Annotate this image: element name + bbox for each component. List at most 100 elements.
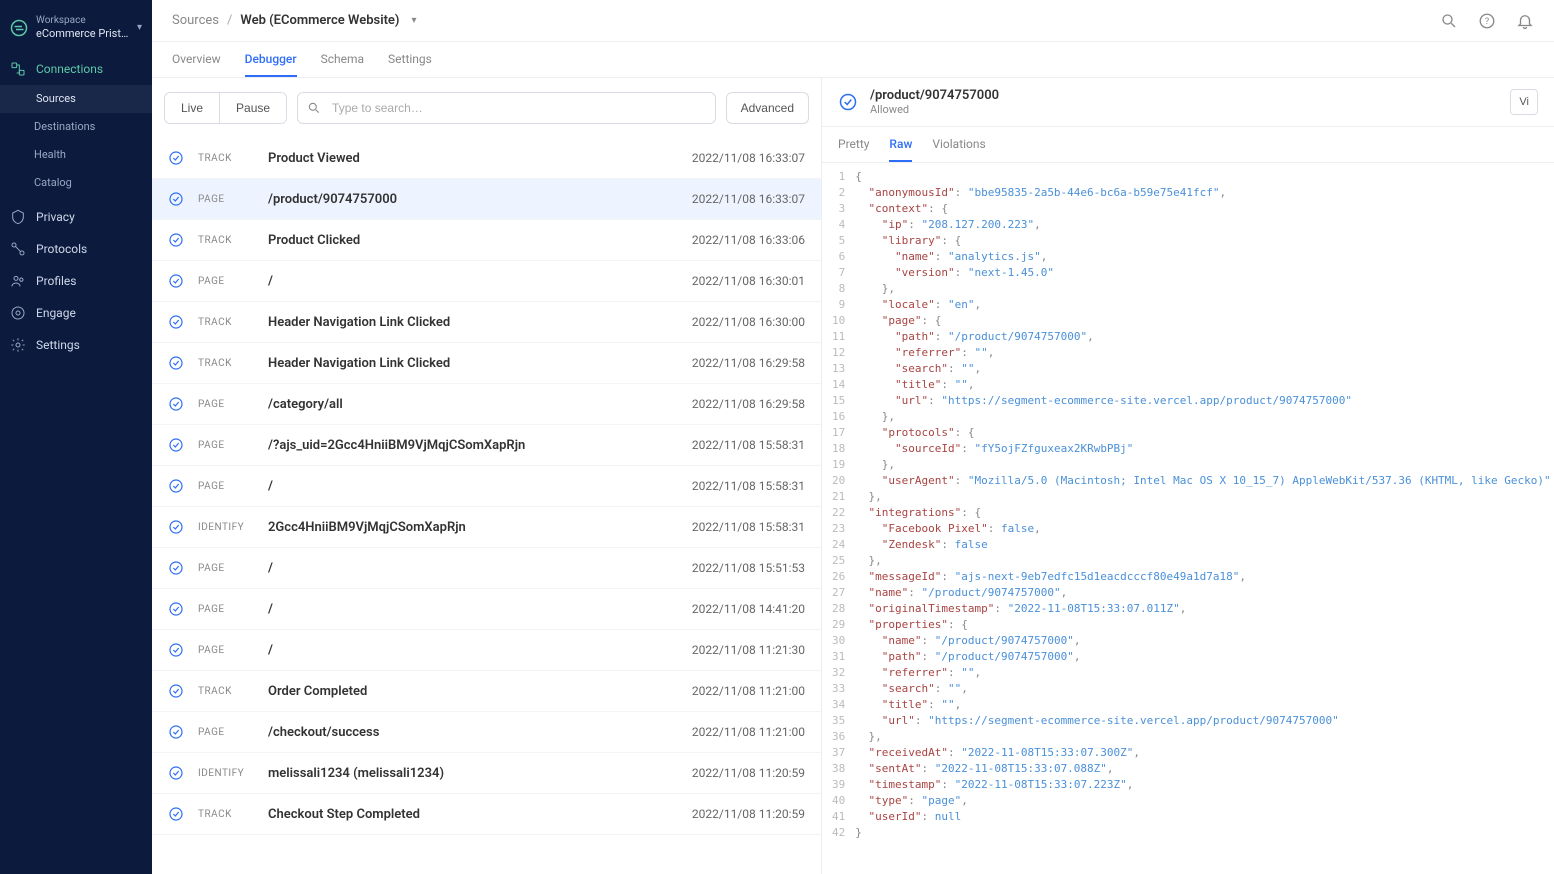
dtab-pretty[interactable]: Pretty bbox=[838, 127, 869, 162]
breadcrumb-sources[interactable]: Sources bbox=[172, 13, 219, 28]
event-row[interactable]: PAGE/2022/11/08 14:41:20 bbox=[152, 589, 821, 630]
sidebar-item-profiles[interactable]: Profiles bbox=[0, 265, 152, 297]
tab-schema[interactable]: Schema bbox=[321, 42, 364, 77]
sidebar-item-label: Settings bbox=[36, 338, 80, 352]
connections-icon bbox=[10, 61, 26, 77]
event-row[interactable]: PAGE/product/90747570002022/11/08 16:33:… bbox=[152, 179, 821, 220]
event-time: 2022/11/08 15:51:53 bbox=[692, 561, 805, 575]
check-circle-icon bbox=[838, 92, 858, 112]
search-wrap bbox=[297, 92, 716, 124]
pause-button[interactable]: Pause bbox=[219, 93, 286, 123]
event-type: IDENTIFY bbox=[198, 522, 254, 533]
event-row[interactable]: TRACKProduct Viewed2022/11/08 16:33:07 bbox=[152, 138, 821, 179]
code-body: { "anonymousId": "bbe95835-2a5b-44e6-bc6… bbox=[855, 169, 1554, 868]
workspace-info: Workspace eCommerce Pristi… bbox=[36, 14, 129, 41]
topbar-actions: ? bbox=[1440, 12, 1534, 30]
event-time: 2022/11/08 16:29:58 bbox=[692, 356, 805, 370]
dtab-violations[interactable]: Violations bbox=[932, 127, 985, 162]
event-list[interactable]: TRACKProduct Viewed2022/11/08 16:33:07PA… bbox=[152, 138, 821, 874]
check-circle-icon bbox=[168, 314, 184, 330]
check-circle-icon bbox=[168, 560, 184, 576]
check-circle-icon bbox=[168, 724, 184, 740]
event-time: 2022/11/08 11:21:30 bbox=[692, 643, 805, 657]
event-name: Product Viewed bbox=[268, 151, 678, 166]
detail-tabs: Pretty Raw Violations bbox=[822, 127, 1554, 163]
event-type: PAGE bbox=[198, 645, 254, 656]
event-time: 2022/11/08 14:41:20 bbox=[692, 602, 805, 616]
advanced-button[interactable]: Advanced bbox=[726, 92, 809, 124]
event-type: IDENTIFY bbox=[198, 768, 254, 779]
tab-debugger[interactable]: Debugger bbox=[245, 42, 297, 77]
event-row[interactable]: TRACKHeader Navigation Link Clicked2022/… bbox=[152, 302, 821, 343]
breadcrumb-sep: / bbox=[227, 13, 232, 28]
workspace-name: eCommerce Pristi… bbox=[36, 27, 129, 41]
live-button[interactable]: Live bbox=[165, 93, 219, 123]
event-name: 2Gcc4HniiBM9VjMqjCSomXapRjn bbox=[268, 520, 678, 535]
code-view[interactable]: 1234567891011121314151617181920212223242… bbox=[822, 163, 1554, 874]
workspace-switcher[interactable]: Workspace eCommerce Pristi… ▾ bbox=[0, 8, 152, 53]
tab-overview[interactable]: Overview bbox=[172, 42, 221, 77]
event-row[interactable]: TRACKHeader Navigation Link Clicked2022/… bbox=[152, 343, 821, 384]
event-row[interactable]: PAGE/2022/11/08 15:51:53 bbox=[152, 548, 821, 589]
check-circle-icon bbox=[168, 273, 184, 289]
segment-logo-icon bbox=[10, 19, 28, 37]
event-row[interactable]: PAGE/2022/11/08 15:58:31 bbox=[152, 466, 821, 507]
event-name: / bbox=[268, 561, 678, 576]
app-root: Workspace eCommerce Pristi… ▾ Connection… bbox=[0, 0, 1554, 874]
line-gutter: 1234567891011121314151617181920212223242… bbox=[822, 169, 855, 868]
event-row[interactable]: TRACKCheckout Step Completed2022/11/08 1… bbox=[152, 794, 821, 835]
event-type: PAGE bbox=[198, 481, 254, 492]
event-row[interactable]: TRACKProduct Clicked2022/11/08 16:33:06 bbox=[152, 220, 821, 261]
event-time: 2022/11/08 11:20:59 bbox=[692, 766, 805, 780]
event-row[interactable]: PAGE/2022/11/08 11:21:30 bbox=[152, 630, 821, 671]
event-type: PAGE bbox=[198, 604, 254, 615]
event-time: 2022/11/08 15:58:31 bbox=[692, 520, 805, 534]
check-circle-icon bbox=[168, 683, 184, 699]
profiles-icon bbox=[10, 273, 26, 289]
event-row[interactable]: PAGE/checkout/success2022/11/08 11:21:00 bbox=[152, 712, 821, 753]
sidebar-item-settings[interactable]: Settings bbox=[0, 329, 152, 361]
help-icon[interactable]: ? bbox=[1478, 12, 1496, 30]
event-row[interactable]: IDENTIFY melissali1234 (melissali1234) 202… bbox=[152, 753, 821, 794]
sidebar-item-connections[interactable]: Connections bbox=[0, 53, 152, 85]
sidebar-sub-sources[interactable]: Sources bbox=[0, 85, 152, 113]
breadcrumb-current[interactable]: Web (ECommerce Website) bbox=[240, 13, 399, 28]
event-time: 2022/11/08 16:29:58 bbox=[692, 397, 805, 411]
chevron-down-icon[interactable]: ▾ bbox=[412, 15, 417, 26]
event-type: PAGE bbox=[198, 194, 254, 205]
check-circle-icon bbox=[168, 396, 184, 412]
event-name: Header Navigation Link Clicked bbox=[268, 315, 678, 330]
event-row[interactable]: TRACKOrder Completed2022/11/08 11:21:00 bbox=[152, 671, 821, 712]
sidebar-sub-catalog[interactable]: Catalog bbox=[0, 169, 152, 197]
view-button[interactable]: Vi bbox=[1510, 89, 1538, 115]
check-circle-icon bbox=[168, 437, 184, 453]
check-circle-icon bbox=[168, 806, 184, 822]
event-name: Order Completed bbox=[268, 684, 678, 699]
event-row[interactable]: PAGE/2022/11/08 16:30:01 bbox=[152, 261, 821, 302]
event-row[interactable]: IDENTIFY 2Gcc4HniiBM9VjMqjCSomXapRjn 2022/… bbox=[152, 507, 821, 548]
dtab-raw[interactable]: Raw bbox=[889, 127, 912, 162]
bell-icon[interactable] bbox=[1516, 12, 1534, 30]
event-name: /?ajs_uid=2Gcc4HniiBM9VjMqjCSomXapRjn bbox=[268, 438, 678, 453]
event-time: 2022/11/08 16:33:06 bbox=[692, 233, 805, 247]
detail-status: Allowed bbox=[870, 103, 1498, 116]
breadcrumb: Sources / Web (ECommerce Website) ▾ bbox=[172, 13, 417, 28]
search-input[interactable] bbox=[297, 92, 716, 124]
sidebar-item-label: Protocols bbox=[36, 242, 87, 256]
sidebar-item-protocols[interactable]: Protocols bbox=[0, 233, 152, 265]
search-icon[interactable] bbox=[1440, 12, 1458, 30]
svg-text:?: ? bbox=[1485, 17, 1489, 27]
content: Live Pause Advanced TRACKProduct Viewed2… bbox=[152, 78, 1554, 874]
sidebar-sub-destinations[interactable]: Destinations bbox=[0, 113, 152, 141]
page-tabs: Overview Debugger Schema Settings bbox=[152, 42, 1554, 78]
sidebar-item-privacy[interactable]: Privacy bbox=[0, 201, 152, 233]
event-type: PAGE bbox=[198, 440, 254, 451]
event-row[interactable]: PAGE/category/all2022/11/08 16:29:58 bbox=[152, 384, 821, 425]
chevron-down-icon: ▾ bbox=[137, 22, 142, 33]
sidebar-item-engage[interactable]: Engage bbox=[0, 297, 152, 329]
sidebar-sub-health[interactable]: Health bbox=[0, 141, 152, 169]
tab-settings[interactable]: Settings bbox=[388, 42, 432, 77]
live-pause-segmented: Live Pause bbox=[164, 92, 287, 124]
event-name: melissali1234 (melissali1234) bbox=[268, 766, 678, 781]
event-row[interactable]: PAGE /?ajs_uid=2Gcc4HniiBM9VjMqjCSomXapRj… bbox=[152, 425, 821, 466]
